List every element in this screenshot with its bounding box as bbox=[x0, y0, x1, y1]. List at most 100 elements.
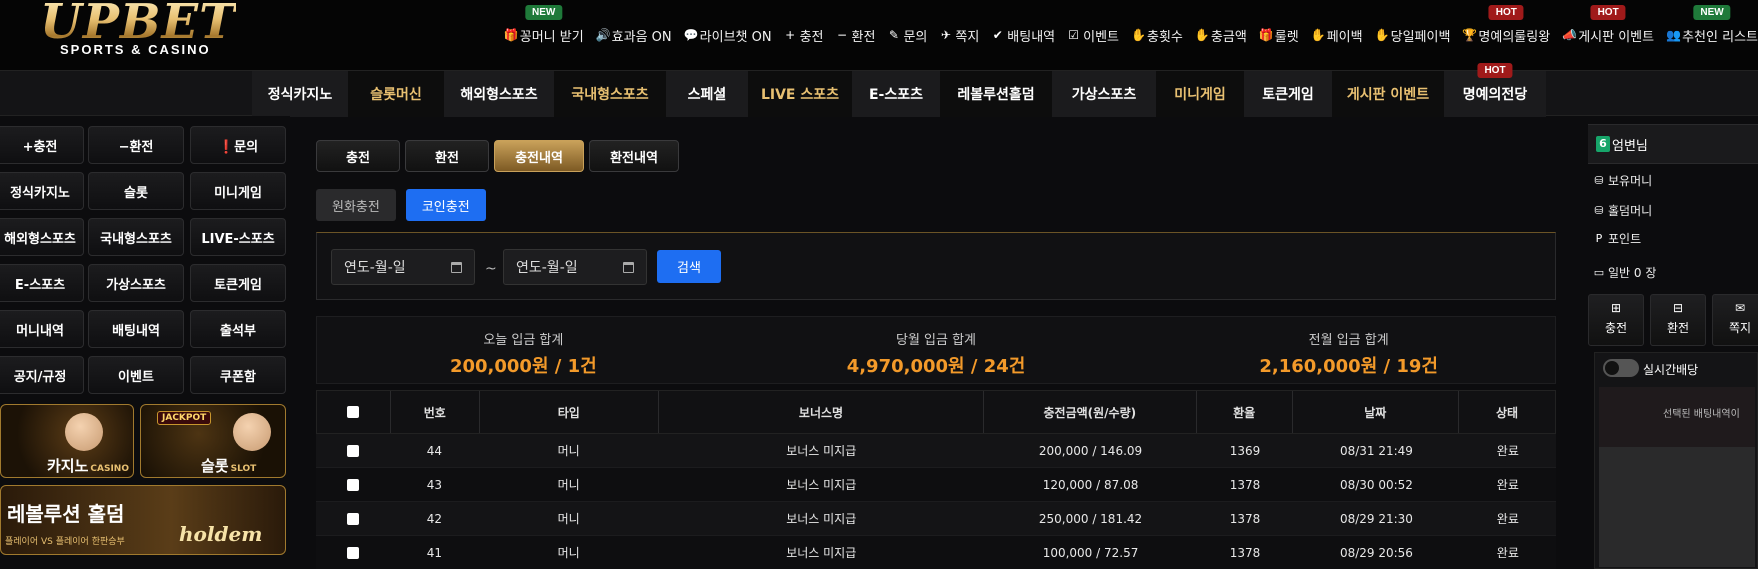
date-from-input[interactable]: 연도-월-일 bbox=[331, 249, 475, 285]
users-icon: 👥 bbox=[1666, 28, 1682, 42]
top-nav-item[interactable]: HOT 📣 게시판 이벤트 bbox=[1562, 4, 1654, 45]
sidebar-bet-history-button[interactable]: 배팅내역 bbox=[88, 310, 184, 348]
main-nav-item[interactable]: 미니게임 bbox=[1156, 71, 1244, 117]
table-cell: 1378 bbox=[1229, 477, 1261, 492]
tab-2[interactable]: 환전 bbox=[405, 140, 489, 172]
coins-icon: ⛁ bbox=[1594, 204, 1604, 217]
sidebar-slot-button[interactable]: 슬롯 bbox=[88, 172, 184, 210]
summary-cell: 오늘 입금 합계 200,000원 / 1건 bbox=[317, 317, 730, 383]
holdem-banner[interactable]: 레볼루션 홀덤 플레이어 VS 플레이어 한판승부 holdem bbox=[0, 485, 286, 555]
sidebar-casino-button[interactable]: 정식카지노 bbox=[0, 172, 84, 210]
top-nav-item[interactable]: NEW 🎁 꽁머니 받기 bbox=[503, 4, 584, 45]
gift-icon: 🎁 bbox=[503, 28, 519, 42]
main-nav-item[interactable]: 레볼루션홀덤 bbox=[940, 71, 1052, 117]
main-nav-item[interactable]: 스페셜 bbox=[666, 71, 748, 117]
top-nav-item[interactable]: 🎁 룰렛 bbox=[1259, 26, 1299, 45]
tab-1[interactable]: 충전 bbox=[316, 140, 400, 172]
tab-3[interactable]: 충전내역 bbox=[494, 140, 584, 172]
top-nav-label: 룰렛 bbox=[1274, 29, 1299, 45]
row-checkbox[interactable] bbox=[347, 478, 360, 491]
top-nav-item[interactable]: + 충전 bbox=[784, 26, 823, 45]
live-odds-toggle[interactable] bbox=[1603, 359, 1639, 377]
top-nav-item[interactable]: − 환전 bbox=[836, 26, 875, 45]
top-nav-item[interactable]: ☑ 이벤트 bbox=[1067, 26, 1119, 45]
slot-banner[interactable]: JACKPOT 슬롯 SLOT bbox=[140, 404, 286, 478]
main-nav-item[interactable]: E-스포츠 bbox=[852, 71, 940, 117]
top-nav-item[interactable]: NEW 👥 추천인 리스트 bbox=[1666, 4, 1758, 45]
calendar-check-icon: ☑ bbox=[1068, 28, 1079, 42]
subtab-2[interactable]: 코인충전 bbox=[405, 189, 486, 221]
row-checkbox[interactable] bbox=[347, 444, 360, 457]
casino-banner[interactable]: 카지노 CASINO bbox=[0, 404, 134, 478]
quick-button-label: 환전 bbox=[1666, 321, 1690, 335]
table-cell: 41 bbox=[426, 545, 443, 560]
sidebar-token-game-button[interactable]: 토큰게임 bbox=[190, 264, 286, 302]
main-nav-item[interactable]: 토큰게임 bbox=[1244, 71, 1332, 117]
plus-square-icon: ⊞ bbox=[1610, 301, 1622, 315]
top-nav-item[interactable]: ✋ 충횟수 bbox=[1131, 26, 1183, 45]
main-nav-item[interactable]: LIVE 스포츠 bbox=[748, 71, 852, 117]
top-nav-item[interactable]: ✋ 충금액 bbox=[1195, 26, 1247, 45]
top-nav-item[interactable]: 🔊 효과음 ON bbox=[596, 26, 672, 45]
logo[interactable]: UPBET SPORTS & CASINO bbox=[40, 0, 250, 60]
sidebar-virtual-sports-button[interactable]: 가상스포츠 bbox=[88, 264, 184, 302]
top-nav-item[interactable]: ✔ 배팅내역 bbox=[991, 26, 1055, 45]
sidebar-money-history-button[interactable]: 머니내역 bbox=[0, 310, 84, 348]
sidebar-live-sports-button[interactable]: LIVE-스포츠 bbox=[190, 218, 286, 256]
quick-envelope-button[interactable]: ✉ 쪽지 bbox=[1712, 294, 1758, 346]
user-name-bar: 6 엄변님 bbox=[1588, 124, 1758, 164]
main-nav-item[interactable]: 가상스포츠 bbox=[1052, 71, 1156, 117]
date-to-input[interactable]: 연도-월-일 bbox=[503, 249, 647, 285]
sidebar-intl-sports-button[interactable]: 해외형스포츠 bbox=[0, 218, 84, 256]
top-nav-item[interactable]: ✎ 문의 bbox=[887, 26, 927, 45]
tab-4[interactable]: 환전내역 bbox=[589, 140, 679, 172]
minus-icon: − bbox=[836, 28, 848, 42]
summary-cell: 당월 입금 합계 4,970,000원 / 24건 bbox=[730, 317, 1143, 383]
sidebar-attendance-button[interactable]: 출석부 bbox=[190, 310, 286, 348]
table-cell: 120,000 / 87.08 bbox=[1042, 477, 1139, 492]
main-nav-item[interactable]: 게시판 이벤트 bbox=[1332, 71, 1444, 117]
top-nav-item[interactable]: 💬 라이브챗 ON bbox=[684, 26, 772, 45]
top-nav: NEW 🎁 꽁머니 받기 🔊 효과음 ON 💬 라이브챗 ON + 충전 − 환전 ✎ 문의 ✈ 쪽지 ✔ 배팅… bbox=[492, 4, 1758, 46]
select-all-checkbox[interactable] bbox=[347, 406, 360, 418]
subtab-1[interactable]: 원화충전 bbox=[316, 189, 396, 221]
quick-plus-square-button[interactable]: ⊞ 충전 bbox=[1588, 294, 1644, 346]
table-cell: 머니 bbox=[557, 546, 580, 560]
main-nav-item[interactable]: 해외형스포츠 bbox=[444, 71, 554, 117]
sidebar-esports-button[interactable]: E-스포츠 bbox=[0, 264, 84, 302]
date-from-placeholder: 연도-월-일 bbox=[344, 260, 406, 276]
hand-coin-icon: ✋ bbox=[1131, 28, 1146, 42]
point-icon: P bbox=[1595, 232, 1603, 245]
top-nav-item[interactable]: HOT 🏆 명예의룰링왕 bbox=[1462, 4, 1550, 45]
main-nav-label: 레볼루션홀덤 bbox=[957, 87, 1035, 103]
calendar-icon[interactable] bbox=[623, 262, 634, 273]
main-nav-item[interactable]: 정식카지노 bbox=[252, 71, 348, 117]
top-nav-item[interactable]: ✋ 페이백 bbox=[1311, 26, 1363, 45]
table-row: 43 머니 보너스 미지급 120,000 / 87.08 1378 08/30 00:5… bbox=[316, 468, 1556, 502]
table-cell: 44 bbox=[426, 443, 443, 458]
main-nav-item[interactable]: HOT 명예의전당 bbox=[1444, 63, 1546, 117]
row-checkbox[interactable] bbox=[347, 512, 360, 525]
table-row: 44 머니 보너스 미지급 200,000 / 146.09 1369 08/31 21:… bbox=[316, 434, 1556, 468]
quick-minus-square-button[interactable]: ⊟ 환전 bbox=[1650, 294, 1706, 346]
sidebar-domestic-sports-button[interactable]: 국내형스포츠 bbox=[88, 218, 184, 256]
table-cell: 1378 bbox=[1229, 545, 1261, 560]
table-cell: 머니 bbox=[557, 444, 580, 458]
sidebar-withdraw-button[interactable]: −환전 bbox=[88, 126, 184, 164]
calendar-icon[interactable] bbox=[451, 262, 462, 273]
table-body: 44 머니 보너스 미지급 200,000 / 146.09 1369 08/31 21:… bbox=[316, 434, 1556, 569]
row-checkbox[interactable] bbox=[347, 546, 360, 559]
search-button[interactable]: 검색 bbox=[657, 250, 721, 283]
main-nav-item[interactable]: 슬롯머신 bbox=[348, 71, 444, 117]
top-nav-item[interactable]: ✈ 쪽지 bbox=[939, 26, 979, 45]
sidebar-notice-button[interactable]: 공지/규정 bbox=[0, 356, 84, 394]
sidebar-minigame-button[interactable]: 미니게임 bbox=[190, 172, 286, 210]
top-nav-item[interactable]: ✋ 당일페이백 bbox=[1375, 26, 1451, 45]
sidebar-deposit-button[interactable]: +충전 bbox=[0, 126, 84, 164]
main-nav-label: 게시판 이벤트 bbox=[1346, 87, 1430, 103]
sidebar-coupon-button[interactable]: 쿠폰함 bbox=[190, 356, 286, 394]
sidebar-inquiry-button[interactable]: ❗문의 bbox=[190, 126, 286, 164]
edit-icon: ✎ bbox=[888, 28, 899, 42]
main-nav-item[interactable]: 국내형스포츠 bbox=[554, 71, 666, 117]
sidebar-event-button[interactable]: 이벤트 bbox=[88, 356, 184, 394]
